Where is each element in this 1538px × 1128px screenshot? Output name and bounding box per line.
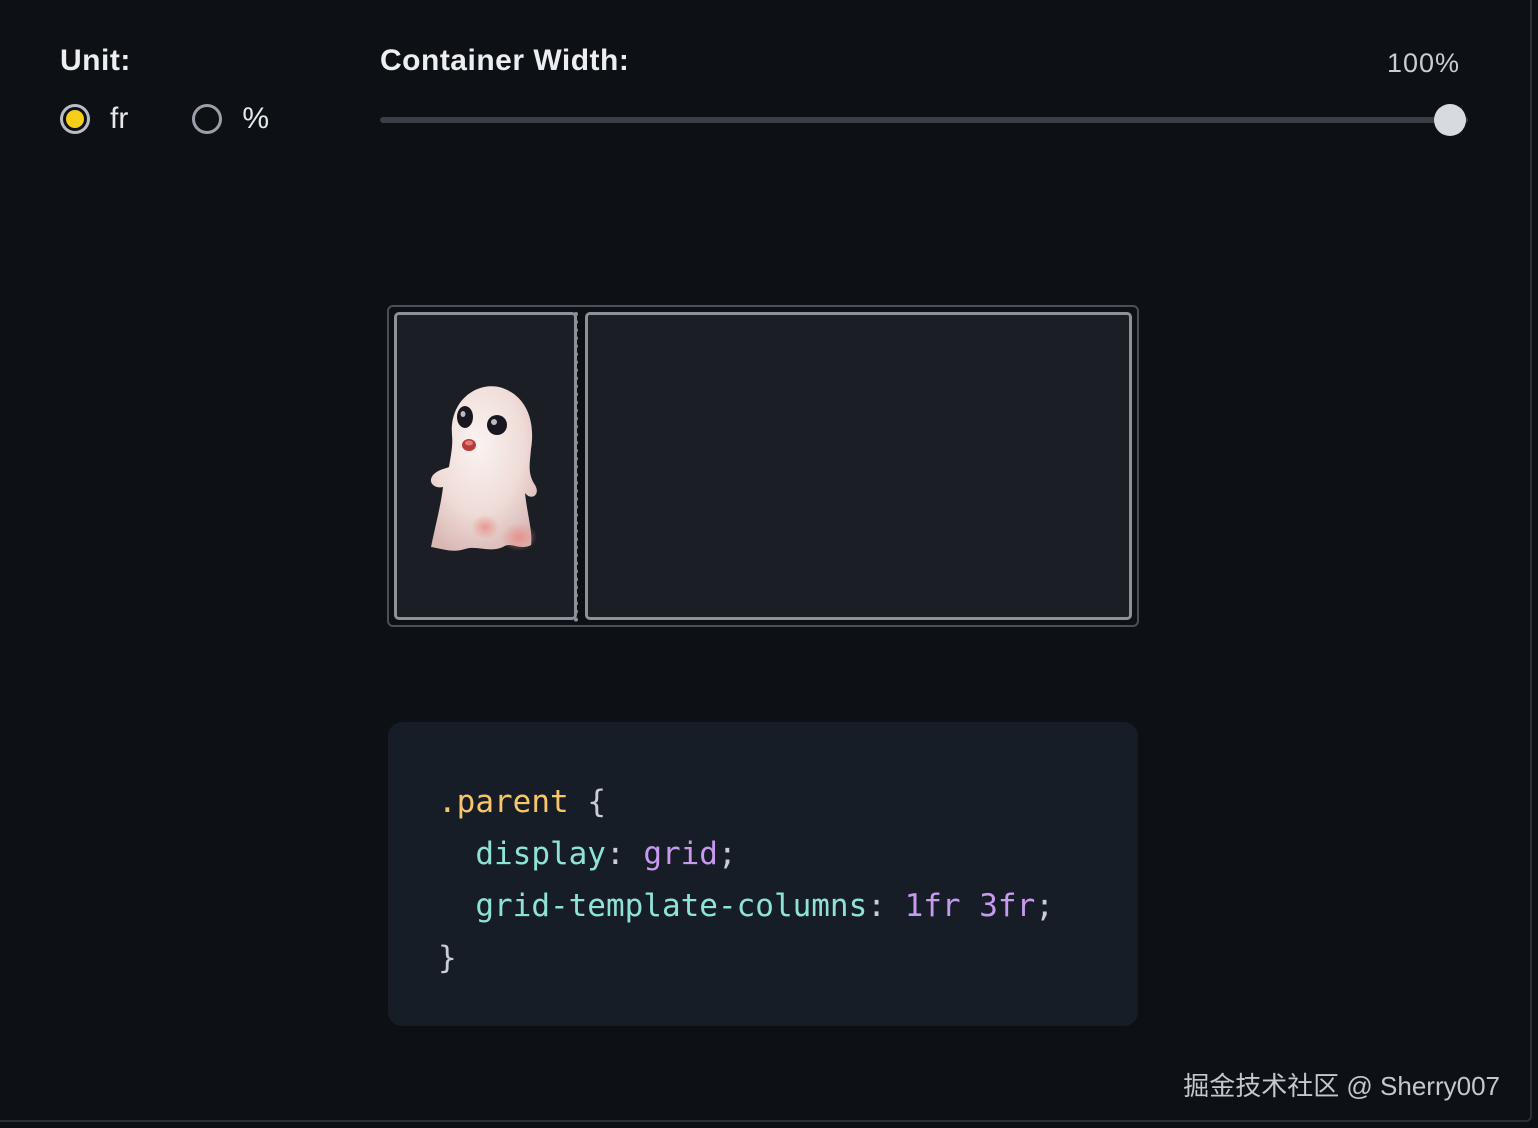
- grid-column-1: [394, 312, 577, 620]
- code-open-brace: {: [587, 784, 606, 820]
- unit-option-fr-label: fr: [110, 102, 129, 135]
- unit-option-percent-label: %: [242, 102, 270, 135]
- slider-thumb[interactable]: [1434, 104, 1466, 136]
- code-property: display: [475, 836, 606, 872]
- code-line-close: }: [438, 932, 1138, 984]
- code-selector: .parent: [438, 784, 569, 820]
- app-frame: Unit: fr % Container Width: 100% .parent…: [0, 0, 1532, 1122]
- radio-fr-checked[interactable]: [60, 104, 90, 134]
- slider-track[interactable]: [380, 117, 1468, 123]
- code-line-display: display: grid;: [475, 836, 737, 872]
- unit-radio-group: fr %: [60, 102, 269, 136]
- grid-column-2: [584, 312, 1132, 620]
- code-property: grid-template-columns: [475, 888, 868, 924]
- unit-option-percent[interactable]: %: [192, 102, 269, 136]
- radio-selected-dot: [66, 110, 84, 128]
- watermark-text: 掘金技术社区 @ Sherry007: [1183, 1071, 1500, 1101]
- container-width-value: 100%: [1386, 48, 1460, 78]
- code-line-columns: grid-template-columns: 1fr 3fr;: [475, 888, 1054, 924]
- code-value: 1fr 3fr: [904, 888, 1036, 924]
- container-width-slider[interactable]: [380, 104, 1468, 136]
- code-line-selector: .parent {: [438, 776, 1138, 828]
- radio-percent-unchecked[interactable]: [192, 104, 223, 134]
- css-code-block: .parent { display: grid; grid-template-c…: [388, 722, 1138, 1026]
- unit-label: Unit:: [60, 44, 131, 77]
- container-width-label: Container Width:: [380, 44, 630, 77]
- code-value: grid: [643, 836, 718, 872]
- unit-option-fr[interactable]: fr: [60, 102, 128, 136]
- grid-preview: [387, 305, 1139, 627]
- code-close-brace: }: [438, 940, 457, 976]
- grid-gap-divider[interactable]: [574, 312, 578, 622]
- ghost-image: [430, 386, 537, 551]
